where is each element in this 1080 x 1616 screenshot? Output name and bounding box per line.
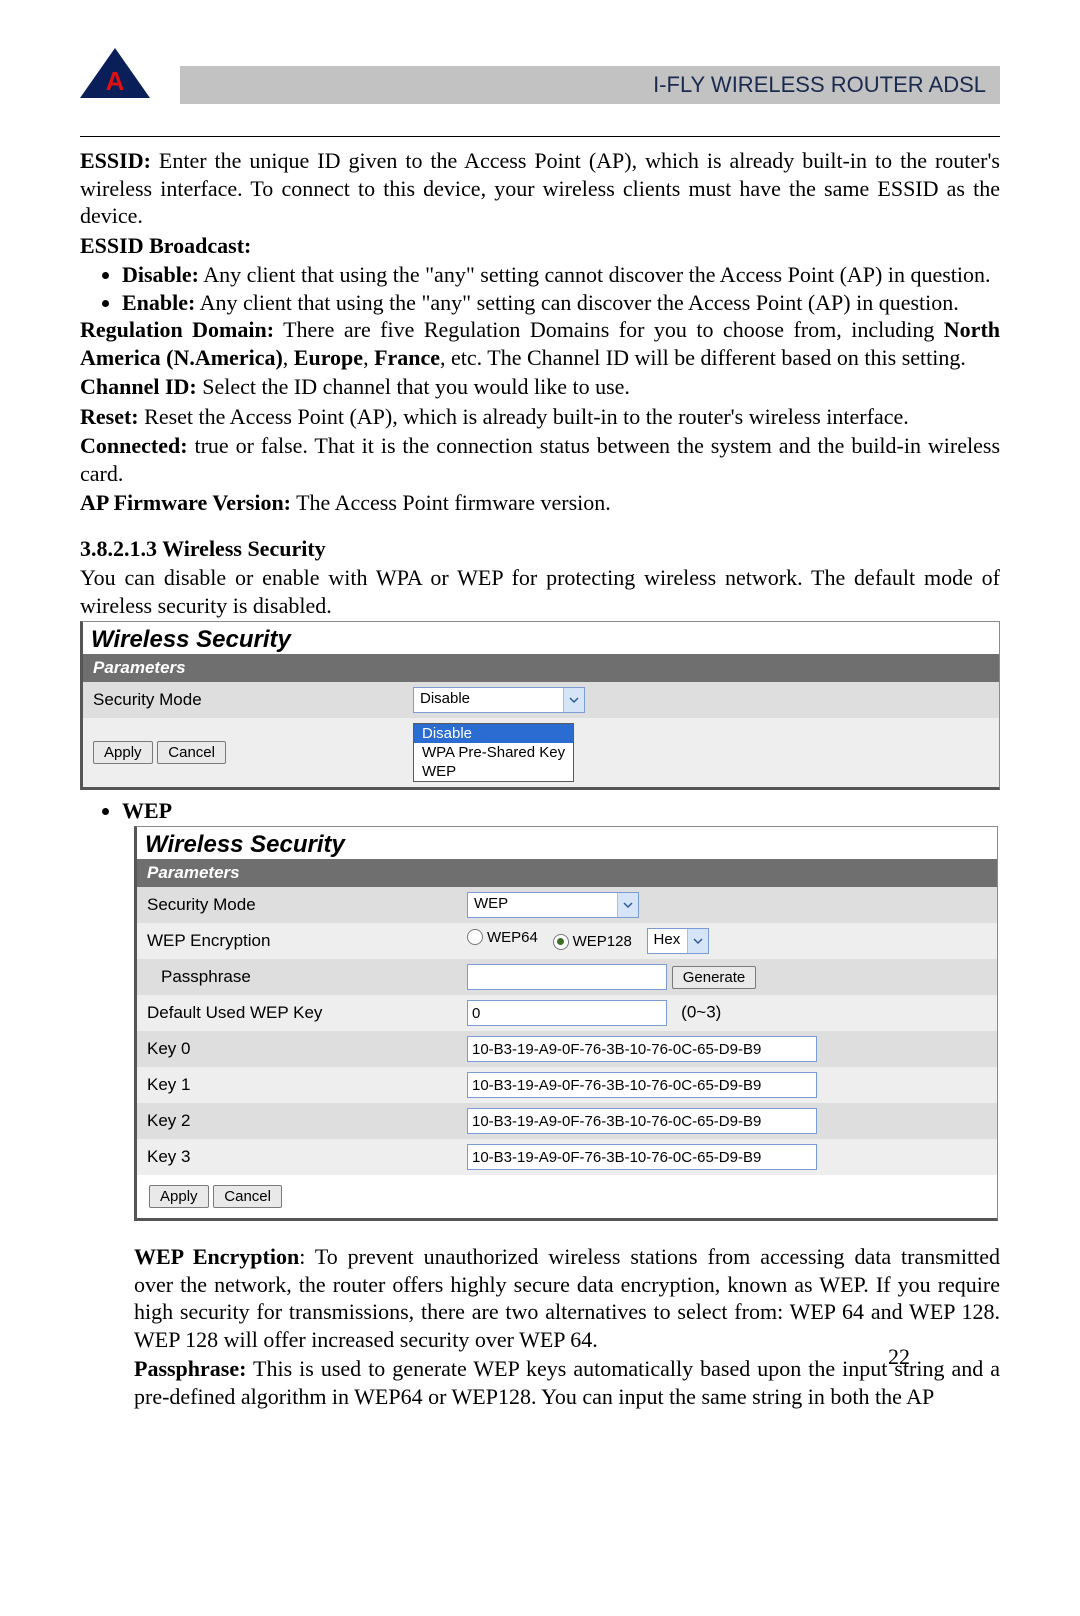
table-row: Key 1 [137,1067,997,1103]
fw-text: The Access Point firmware version. [291,490,611,515]
passphrase-desc-label: Passphrase: [134,1356,246,1381]
logo-letter: A [106,66,125,97]
wep-encryption-label: WEP Encryption [137,923,457,959]
reset-label: Reset: [80,404,139,429]
bc-enable-text: Any client that using the "any" setting … [195,290,958,315]
table-row: Apply Cancel Disable WPA Pre-Shared Key … [83,718,999,787]
table-row: Security Mode WEP [137,887,997,923]
wep64-radio[interactable]: WEP64 [467,929,538,946]
chevron-down-icon [617,893,638,917]
wep128-radio[interactable]: WEP128 [553,933,632,950]
dropdown-option[interactable]: WPA Pre-Shared Key [414,743,573,762]
channel-label: Channel ID: [80,374,197,399]
passphrase-desc-text: This is used to generate WEP keys automa… [134,1356,1000,1409]
page-header: A I-FLY WIRELESS ROUTER ADSL [80,48,1000,108]
header-separator [80,136,1000,137]
key1-label: Key 1 [137,1067,457,1103]
chevron-down-icon [563,688,584,712]
security-mode-select[interactable]: Disable [413,687,585,713]
security-mode-label: Security Mode [137,887,457,923]
security-mode-select[interactable]: WEP [467,892,639,918]
header-title: I-FLY WIRELESS ROUTER ADSL [180,66,1000,104]
section-intro: You can disable or enable with WPA or WE… [80,564,1000,619]
key2-label: Key 2 [137,1103,457,1139]
connected-label: Connected: [80,433,188,458]
wep-description: WEP Encryption: To prevent unauthorized … [134,1243,1000,1410]
generate-button[interactable]: Generate [672,966,757,989]
reg-label: Regulation Domain: [80,317,274,342]
dropdown-option[interactable]: Disable [414,724,573,743]
panel-parameters-header: Parameters [83,654,999,682]
wep-bullet: WEP [122,798,1000,824]
essid-broadcast-label: ESSID Broadcast: [80,232,1000,260]
key3-label: Key 3 [137,1139,457,1175]
fw-label: AP Firmware Version: [80,490,291,515]
reset-text: Reset the Access Point (AP), which is al… [139,404,909,429]
wep-enc-label: WEP Encryption [134,1244,299,1269]
security-mode-dropdown[interactable]: Disable WPA Pre-Shared Key WEP [413,723,574,782]
table-row: Passphrase Generate [137,959,997,995]
wep-format-select[interactable]: Hex [647,928,709,954]
essid-text: Enter the unique ID given to the Access … [80,148,1000,228]
key1-input[interactable] [467,1072,817,1098]
logo: A [80,48,150,108]
wireless-security-wep-panel: Wireless Security Parameters Security Mo… [134,826,998,1221]
passphrase-input[interactable] [467,964,667,990]
wireless-security-panel: Wireless Security Parameters Security Mo… [80,621,1000,790]
connected-text: true or false. That it is the connection… [80,433,1000,486]
apply-button[interactable]: Apply [93,741,153,764]
bc-enable-label: Enable: [122,290,195,315]
table-row: Key 2 [137,1103,997,1139]
table-row: Security Mode Disable [83,682,999,718]
default-key-label: Default Used WEP Key [137,995,457,1031]
panel-title: Wireless Security [137,827,997,859]
key2-input[interactable] [467,1108,817,1134]
table-row: Key 3 [137,1139,997,1175]
bc-disable-label: Disable: [122,262,199,287]
key3-input[interactable] [467,1144,817,1170]
chevron-down-icon [687,929,708,953]
dropdown-option[interactable]: WEP [414,762,573,781]
document-body: ESSID: Enter the unique ID given to the … [80,147,1000,619]
panel-parameters-header: Parameters [137,859,997,887]
bc-disable-text: Any client that using the "any" setting … [199,262,991,287]
panel-title: Wireless Security [83,622,999,654]
default-key-input[interactable] [467,1000,667,1026]
apply-button[interactable]: Apply [149,1185,209,1208]
default-key-range: (0~3) [681,1003,721,1022]
key0-input[interactable] [467,1036,817,1062]
table-row: Default Used WEP Key (0~3) [137,995,997,1031]
table-row: Key 0 [137,1031,997,1067]
cancel-button[interactable]: Cancel [157,741,226,764]
table-row: WEP Encryption WEP64 WEP128 Hex [137,923,997,959]
section-heading: 3.8.2.1.3 Wireless Security [80,535,1000,563]
cancel-button[interactable]: Cancel [213,1185,282,1208]
security-mode-label: Security Mode [83,682,403,718]
page-number: 22 [888,1344,910,1370]
essid-label: ESSID: [80,148,151,173]
key0-label: Key 0 [137,1031,457,1067]
channel-text: Select the ID channel that you would lik… [197,374,630,399]
passphrase-label: Passphrase [137,959,457,995]
